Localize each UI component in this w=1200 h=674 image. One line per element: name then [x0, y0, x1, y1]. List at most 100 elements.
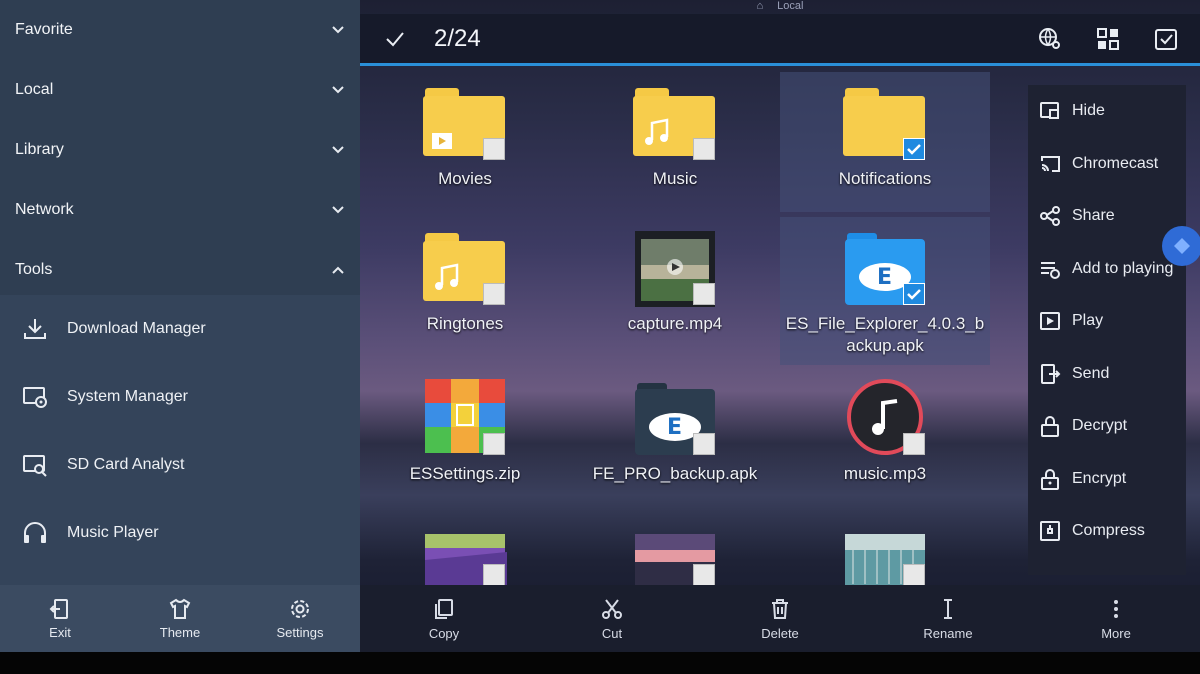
category-label: Network	[15, 201, 74, 218]
drawer-footer: Exit Theme Settings	[0, 585, 360, 652]
menu-item-decrypt[interactable]: Decrypt	[1028, 400, 1186, 453]
menu-item-label: Hide	[1072, 102, 1105, 120]
share-icon	[1038, 204, 1062, 228]
copy-button[interactable]: Copy	[360, 585, 528, 652]
file-item[interactable]: capture.mp4	[570, 217, 780, 365]
file-item[interactable]: ESSettings.zip	[360, 367, 570, 487]
selection-checkbox[interactable]	[693, 138, 715, 160]
theme-button[interactable]: Theme	[120, 585, 240, 652]
system-manager-icon	[20, 382, 50, 412]
category-tools[interactable]: Tools	[0, 240, 360, 300]
headphones-icon	[20, 518, 50, 548]
tool-label: Download Manager	[67, 320, 206, 337]
menu-item-label: Compress	[1072, 522, 1145, 540]
globe-search-icon	[1039, 27, 1060, 49]
file-item[interactable]: E ES_File_Explorer_4.0.3_backup.apk	[780, 217, 990, 365]
floating-widget-button[interactable]	[1162, 226, 1200, 266]
settings-button[interactable]: Settings	[240, 585, 360, 652]
menu-item-label: Add to playing	[1072, 259, 1174, 277]
menu-item-play[interactable]: Play	[1028, 295, 1186, 348]
playlist-add-icon	[1038, 257, 1062, 281]
home-icon: ⌂	[756, 0, 764, 12]
file-name: FE_PRO_backup.apk	[592, 464, 758, 483]
chevron-down-icon	[332, 26, 344, 34]
file-name: music.mp3	[843, 464, 927, 483]
menu-item-label: Encrypt	[1072, 469, 1127, 487]
tool-sd-card-analyst[interactable]: SD Card Analyst	[0, 431, 360, 499]
chevron-up-icon	[332, 266, 344, 274]
category-network[interactable]: Network	[0, 180, 360, 240]
file-item[interactable]	[780, 520, 990, 590]
selection-checkbox[interactable]	[693, 433, 715, 455]
play-icon	[1038, 309, 1062, 333]
action-toolbar: Copy Cut Delete Rename More	[360, 585, 1200, 652]
rename-button[interactable]: Rename	[864, 585, 1032, 652]
svg-text:E: E	[667, 415, 682, 440]
file-name: Movies	[438, 169, 492, 188]
apk-icon: E	[633, 377, 717, 457]
more-icon	[1114, 599, 1118, 618]
chevron-down-icon	[332, 206, 344, 214]
search-globe-button[interactable]	[1036, 25, 1064, 53]
tool-label: SD Card Analyst	[67, 456, 185, 473]
exit-icon	[49, 599, 68, 619]
unlock-icon	[1038, 414, 1062, 438]
file-item[interactable]: E FE_PRO_backup.apk	[570, 367, 780, 487]
select-range-icon	[1097, 27, 1119, 50]
file-name: Notifications	[838, 169, 932, 188]
more-label: More	[1101, 625, 1131, 641]
file-item[interactable]: Music	[570, 72, 780, 212]
menu-item-label: Chromecast	[1072, 154, 1159, 172]
menu-item-send[interactable]: Send	[1028, 348, 1186, 401]
menu-item-chromecast[interactable]: Chromecast	[1028, 138, 1186, 191]
cut-button[interactable]: Cut	[528, 585, 696, 652]
selection-checkbox[interactable]	[483, 433, 505, 455]
selection-checkbox[interactable]	[693, 283, 715, 305]
category-library[interactable]: Library	[0, 120, 360, 180]
menu-item-label: Decrypt	[1072, 417, 1128, 435]
cut-label: Cut	[601, 625, 623, 641]
chevron-down-icon	[332, 146, 344, 154]
sd-card-analyst-icon	[20, 450, 50, 480]
menu-item-compress[interactable]: Compress	[1028, 505, 1186, 558]
tool-download-manager[interactable]: Download Manager	[0, 295, 360, 363]
more-button[interactable]: More	[1032, 585, 1200, 652]
selection-toolbar: 2/24	[360, 14, 1200, 66]
menu-item-hide[interactable]: Hide	[1028, 85, 1186, 138]
selection-checkbox[interactable]	[693, 564, 715, 586]
image-thumbnail	[633, 530, 717, 588]
file-item[interactable]: music.mp3	[780, 367, 990, 487]
file-item[interactable]: Notifications	[780, 72, 990, 212]
file-item[interactable]	[360, 520, 570, 590]
select-all-button[interactable]	[1152, 25, 1180, 53]
select-range-button[interactable]	[1094, 25, 1122, 53]
menu-item-label: Share	[1072, 207, 1115, 225]
folder-icon	[423, 227, 507, 307]
tool-music-player[interactable]: Music Player	[0, 499, 360, 567]
menu-item-label: Send	[1072, 364, 1110, 382]
selection-checkbox[interactable]	[903, 433, 925, 455]
storage-location: Local	[777, 0, 804, 12]
file-item[interactable]: Ringtones	[360, 217, 570, 365]
selection-checkbox[interactable]	[483, 564, 505, 586]
category-local[interactable]: Local	[0, 60, 360, 120]
selection-checkbox[interactable]	[483, 138, 505, 160]
exit-button[interactable]: Exit	[0, 585, 120, 652]
menu-item-encrypt[interactable]: Encrypt	[1028, 453, 1186, 506]
image-thumbnail	[843, 530, 927, 588]
selection-checkbox-checked[interactable]	[903, 283, 925, 305]
selection-checkbox[interactable]	[483, 283, 505, 305]
audio-icon	[843, 377, 927, 457]
tool-system-manager[interactable]: System Manager	[0, 363, 360, 431]
trash-icon	[772, 598, 788, 619]
selection-checkbox-checked[interactable]	[903, 138, 925, 160]
file-item[interactable]: Movies	[360, 72, 570, 212]
tool-label: System Manager	[67, 388, 188, 405]
selection-checkbox[interactable]	[903, 564, 925, 586]
confirm-selection-button[interactable]	[380, 24, 410, 54]
floating-widget-icon	[1174, 238, 1190, 254]
file-item[interactable]	[570, 520, 780, 590]
category-favorite[interactable]: Favorite	[0, 0, 360, 60]
delete-button[interactable]: Delete	[696, 585, 864, 652]
selection-count: 2/24	[434, 24, 481, 52]
